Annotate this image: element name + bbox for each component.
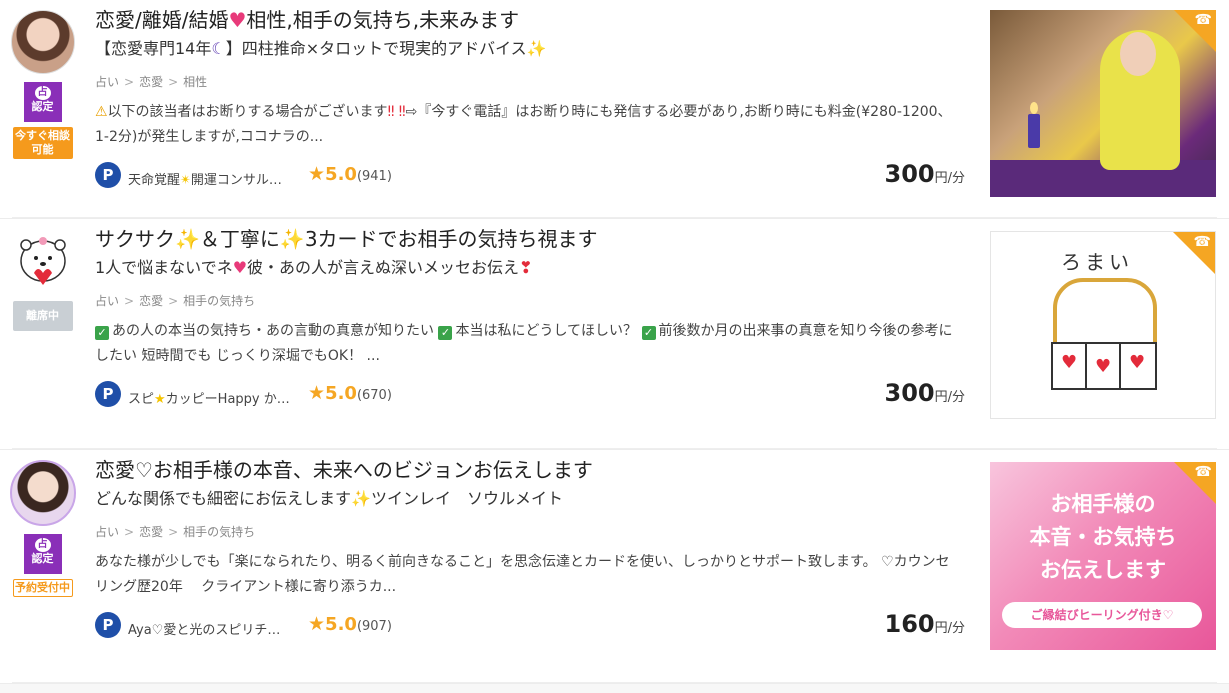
star-icon: ★ <box>308 613 326 635</box>
rating: ★5.0(670) <box>308 382 392 404</box>
sparkle-icon: ✨ <box>526 39 547 58</box>
heart-icon: ♥ <box>1095 356 1112 377</box>
listing-meta: P スピ★カッピーHappy か… ★5.0(670) 300円/分 <box>95 379 965 413</box>
star-icon: ★ <box>308 382 326 404</box>
listing-title[interactable]: 恋愛♡お相手様の本音、未来へのビジョンお伝えします <box>95 456 965 484</box>
crumb-link[interactable]: 占い <box>95 75 119 89</box>
sparkle-icon: ✨ <box>279 227 305 251</box>
rating-score: 5.0 <box>325 614 357 635</box>
heart-icon: ♥ <box>1061 352 1078 373</box>
listing-body: サクサク✨＆丁寧に✨3カードでお相手の気持ち視ます 1人で悩まないでネ♥彼・あの… <box>95 225 965 413</box>
warning-icon: ⚠ <box>95 104 108 120</box>
avatar[interactable] <box>10 460 76 526</box>
breadcrumb: 占い > 恋愛 > 相手の気持ち <box>95 525 256 539</box>
status-badge: 今すぐ相談可能 <box>12 127 73 159</box>
listing-subtitle: 1人で悩まないでネ♥彼・あの人が言えぬ深いメッセお伝え❣ <box>95 255 965 281</box>
listing-thumbnail[interactable]: ☎ <box>990 10 1216 197</box>
p-badge-icon: P <box>95 162 121 188</box>
profile-column: 占 認定 予約受付中 <box>10 460 76 597</box>
phone-icon: ☎ <box>1194 464 1212 480</box>
crumb-link[interactable]: 恋愛 <box>139 75 163 89</box>
provider-name[interactable]: スピ★カッピーHappy か… <box>128 388 290 407</box>
fortune-cert-icon: 占 <box>34 538 51 552</box>
bear-avatar-icon <box>19 237 66 285</box>
heart-exclamation-icon: ❣ <box>519 258 533 277</box>
listing-body: 恋愛/離婚/結婚♥相性,相手の気持ち,未来みます 【恋愛専門14年☾】四柱推命×… <box>95 6 965 194</box>
heart-icon: ♥ <box>232 258 248 277</box>
listing-meta: P Aya♡愛と光のスピリチ… ★5.0(907) 160円/分 <box>95 610 965 644</box>
listing-card[interactable]: 占 認定 今すぐ相談可能 恋愛/離婚/結婚♥相性,相手の気持ち,未来みます 【恋… <box>0 0 1229 219</box>
listing-description: あなた様が少しでも「楽になられたり、明るく前向きなること」を思念伝達とカードを使… <box>95 554 950 595</box>
crumb-link[interactable]: 占い <box>95 525 119 539</box>
rating: ★5.0(941) <box>308 163 392 185</box>
p-badge-icon: P <box>95 612 121 638</box>
price: 160円/分 <box>884 610 966 638</box>
breadcrumb: 占い > 恋愛 > 相性 <box>95 75 208 89</box>
listing-thumbnail[interactable]: お相手様の 本音・お気持ち お伝えします ご縁結びヒーリング付き♡ ☎ <box>990 462 1216 650</box>
crumb-link[interactable]: 恋愛 <box>139 294 163 308</box>
banner-foot: ご縁結びヒーリング付き♡ <box>1002 602 1202 628</box>
sparkle-icon: ✨ <box>351 489 371 508</box>
review-count: (941) <box>356 169 392 184</box>
heart-icon: ♥ <box>1129 352 1146 373</box>
listing-description: ⚠以下の該当者はお断りする場合がございます ‼ ‼ ⇨『今すぐ電話』はお断り時に… <box>95 100 960 150</box>
thumbnail-caption: ろまい <box>1061 250 1133 274</box>
exclamation-icon: ‼ ‼ <box>387 104 406 120</box>
check-icon: ✓ <box>641 326 656 340</box>
moon-icon: ☾ <box>211 39 226 58</box>
crumb-link[interactable]: 恋愛 <box>139 525 163 539</box>
listing-card[interactable]: 離席中 サクサク✨＆丁寧に✨3カードでお相手の気持ち視ます 1人で悩まないでネ♥… <box>0 219 1229 450</box>
avatar[interactable] <box>10 10 75 74</box>
avatar[interactable] <box>11 229 74 291</box>
listing-subtitle: どんな関係でも細密にお伝えします✨ツインレイ ソウルメイト <box>95 486 965 512</box>
breadcrumb: 占い > 恋愛 > 相手の気持ち <box>95 294 256 308</box>
phone-icon: ☎ <box>1194 12 1212 28</box>
crumb-link[interactable]: 占い <box>95 294 119 308</box>
status-badge: 離席中 <box>12 301 73 331</box>
certified-badge: 占 認定 <box>23 534 62 574</box>
crumb-link[interactable]: 相手の気持ち <box>183 294 255 308</box>
profile-column: 占 認定 今すぐ相談可能 <box>10 10 75 159</box>
heart-icon: ♥ <box>228 8 247 32</box>
listing-thumbnail[interactable]: ろまい ♥ ♥ ♥ ☎ <box>990 231 1216 419</box>
rating-score: 5.0 <box>325 164 357 185</box>
provider-name[interactable]: 天命覚醒✴開運コンサル… <box>128 169 282 188</box>
fortune-teller-list: 占 認定 今すぐ相談可能 恋愛/離婚/結婚♥相性,相手の気持ち,未来みます 【恋… <box>0 0 1229 693</box>
sparkle-icon: ✴ <box>180 173 191 188</box>
listing-meta: P 天命覚醒✴開運コンサル… ★5.0(941) 300円/分 <box>95 160 965 194</box>
star-small-icon: ★ <box>154 392 166 407</box>
review-count: (670) <box>356 388 392 403</box>
certified-badge: 占 認定 <box>23 82 62 122</box>
listing-title[interactable]: サクサク✨＆丁寧に✨3カードでお相手の気持ち視ます <box>95 225 965 253</box>
crumb-link[interactable]: 相性 <box>183 75 207 89</box>
listing-description: ✓ あの人の本当の気持ち・あの言動の真意が知りたい ✓ 本当は私にどうしてほしい？ … <box>95 323 953 364</box>
rating: ★5.0(907) <box>308 613 392 635</box>
check-icon: ✓ <box>438 326 453 340</box>
crumb-link[interactable]: 相手の気持ち <box>183 525 255 539</box>
provider-name[interactable]: Aya♡愛と光のスピリチ… <box>128 619 280 638</box>
listing-subtitle: 【恋愛専門14年☾】四柱推命×タロットで現実的アドバイス✨ <box>95 36 965 62</box>
p-badge-icon: P <box>95 381 121 407</box>
star-icon: ★ <box>308 163 326 185</box>
price: 300円/分 <box>884 160 966 188</box>
review-count: (907) <box>356 619 392 634</box>
listing-card[interactable]: 占 認定 予約受付中 恋愛♡お相手様の本音、未来へのビジョンお伝えします どんな… <box>0 450 1229 684</box>
profile-column: 離席中 <box>10 229 75 331</box>
sparkle-icon: ✨ <box>175 227 200 251</box>
status-badge: 予約受付中 <box>12 579 73 597</box>
fortune-cert-icon: 占 <box>34 86 51 100</box>
price: 300円/分 <box>884 379 966 407</box>
rating-score: 5.0 <box>325 383 357 404</box>
listing-body: 恋愛♡お相手様の本音、未来へのビジョンお伝えします どんな関係でも細密にお伝えし… <box>95 456 965 644</box>
check-icon: ✓ <box>95 326 109 340</box>
listing-title[interactable]: 恋愛/離婚/結婚♥相性,相手の気持ち,未来みます <box>95 6 965 34</box>
phone-icon: ☎ <box>1193 234 1211 250</box>
